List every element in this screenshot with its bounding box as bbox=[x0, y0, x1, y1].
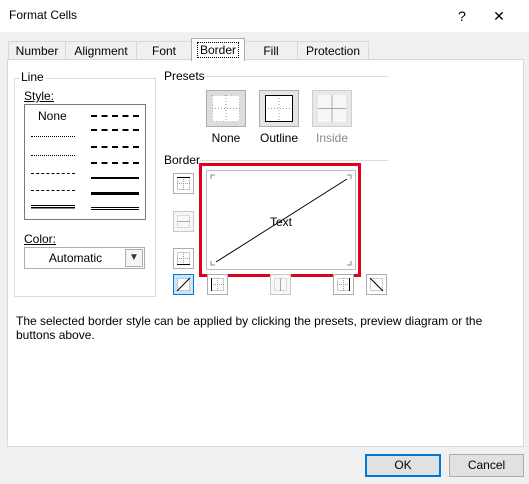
line-style-medium[interactable] bbox=[91, 177, 139, 179]
border-left-button[interactable] bbox=[207, 274, 228, 295]
line-group-left-border bbox=[14, 78, 15, 297]
ok-button[interactable]: OK bbox=[365, 454, 441, 477]
help-button[interactable]: ? bbox=[448, 4, 476, 28]
tab-alignment[interactable]: Alignment bbox=[65, 41, 137, 60]
border-left-icon bbox=[211, 278, 224, 291]
tab-protection[interactable]: Protection bbox=[297, 41, 369, 60]
color-dropdown[interactable]: Automatic ▼ bbox=[24, 247, 145, 269]
line-style-none[interactable]: None bbox=[38, 109, 67, 123]
cancel-button[interactable]: Cancel bbox=[449, 454, 524, 477]
window-title: Format Cells bbox=[9, 8, 78, 22]
style-label-text: Style: bbox=[24, 89, 55, 103]
tab-label: Protection bbox=[305, 44, 361, 58]
help-text: The selected border style can be applied… bbox=[16, 314, 483, 342]
line-style-dash-dot[interactable] bbox=[31, 190, 75, 191]
line-group-bottom-border bbox=[14, 296, 156, 297]
border-inside-horizontal-icon bbox=[177, 215, 190, 228]
tab-fill[interactable]: Fill bbox=[244, 41, 298, 60]
preset-outline-button[interactable] bbox=[259, 90, 299, 127]
chevron-down-icon[interactable]: ▼ bbox=[125, 249, 143, 267]
preset-outline-icon bbox=[265, 95, 293, 122]
line-style-list[interactable]: None bbox=[24, 104, 146, 220]
preset-inside-label: Inside bbox=[315, 131, 349, 145]
border-separator bbox=[200, 160, 388, 161]
tab-label: Alignment bbox=[74, 44, 128, 58]
line-style-hair[interactable] bbox=[31, 136, 75, 137]
line-style-thick[interactable] bbox=[91, 192, 139, 195]
border-top-button[interactable] bbox=[173, 173, 194, 194]
border-right-icon bbox=[337, 278, 350, 291]
line-style-dash-dot-dot[interactable] bbox=[31, 173, 75, 174]
tab-number[interactable]: Number bbox=[8, 41, 66, 60]
border-right-button[interactable] bbox=[333, 274, 354, 295]
tab-label: Font bbox=[151, 44, 176, 58]
diagonal-up-icon bbox=[176, 277, 191, 292]
line-style-dotted[interactable] bbox=[31, 155, 75, 156]
preset-none-icon bbox=[212, 95, 240, 122]
border-inside-vertical-button[interactable] bbox=[270, 274, 291, 295]
border-bottom-button[interactable] bbox=[173, 248, 194, 269]
tab-border[interactable]: Border bbox=[191, 38, 245, 61]
line-style-medium-dash-dot-dot[interactable] bbox=[91, 115, 139, 117]
presets-title: Presets bbox=[162, 69, 207, 83]
tab-label: Fill bbox=[263, 44, 279, 58]
presets-separator bbox=[204, 76, 388, 77]
preset-none-button[interactable] bbox=[206, 90, 246, 127]
preset-outline-label: Outline bbox=[259, 131, 299, 145]
color-label: Color: bbox=[24, 232, 56, 246]
line-group-right-border bbox=[155, 78, 156, 297]
preset-inside-icon bbox=[318, 95, 346, 122]
border-inside-vertical-icon bbox=[274, 278, 287, 291]
border-diagonal-down-button[interactable] bbox=[366, 274, 387, 295]
line-style-medium-dashed[interactable] bbox=[91, 162, 139, 164]
border-diagonal-up-button[interactable] bbox=[173, 274, 194, 295]
style-label: Style: bbox=[24, 89, 54, 103]
preset-none-label: None bbox=[211, 131, 241, 145]
border-title: Border bbox=[162, 153, 203, 167]
color-label-text: Color: bbox=[24, 232, 57, 246]
diagonal-down-icon bbox=[369, 277, 384, 292]
preset-inside-button[interactable] bbox=[312, 90, 352, 127]
border-bottom-icon bbox=[177, 252, 190, 265]
color-value: Automatic bbox=[48, 251, 103, 265]
close-button[interactable]: ✕ bbox=[484, 4, 514, 28]
border-top-icon bbox=[177, 177, 190, 190]
line-group-title: Line bbox=[19, 70, 46, 84]
tab-font[interactable]: Font bbox=[136, 41, 192, 60]
line-style-medium-dash-dot[interactable] bbox=[91, 146, 139, 148]
border-inside-horizontal-button[interactable] bbox=[173, 211, 194, 232]
preview-text: Text bbox=[269, 215, 292, 229]
tab-label: Number bbox=[15, 44, 59, 58]
line-style-thick-double[interactable] bbox=[91, 207, 139, 210]
line-style-double-shadow bbox=[31, 208, 75, 209]
border-preview[interactable]: Text bbox=[206, 170, 356, 270]
tab-label: Border bbox=[196, 42, 240, 58]
line-style-slanted-dash-dot[interactable] bbox=[91, 129, 139, 131]
